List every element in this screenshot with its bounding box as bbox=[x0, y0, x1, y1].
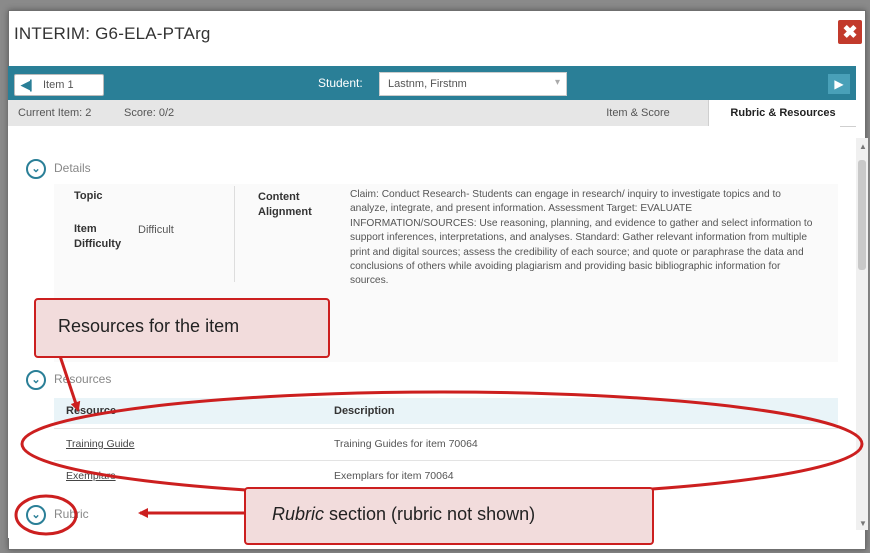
close-button[interactable]: ✖ bbox=[838, 20, 862, 44]
resource-column-header: Resource bbox=[66, 405, 117, 417]
column-divider bbox=[234, 186, 235, 282]
scroll-up-icon[interactable]: ▲ bbox=[859, 142, 867, 151]
resource-link[interactable]: Exemplars bbox=[66, 470, 116, 482]
rubric-callout: Rubric section (rubric not shown) bbox=[244, 487, 654, 545]
student-select-value: Lastnm, Firstnm bbox=[388, 78, 467, 90]
student-label: Student: bbox=[318, 76, 363, 90]
description-column-header: Description bbox=[334, 405, 395, 417]
resources-table: Resource Description Training Guide Trai… bbox=[54, 398, 838, 490]
resource-description: Training Guides for item 70064 bbox=[334, 438, 478, 450]
next-item-button[interactable]: ▶ bbox=[828, 74, 850, 94]
scroll-down-icon[interactable]: ▼ bbox=[859, 519, 867, 528]
resources-callout-text: Resources for the item bbox=[58, 316, 240, 336]
content-alignment-label: Content Alignment bbox=[258, 191, 312, 218]
status-bar: Current Item: 2 Score: 0/2 Item & Score … bbox=[8, 100, 857, 127]
previous-item-button[interactable]: ◀| Item 1 bbox=[14, 74, 104, 96]
content-scrollbar[interactable]: ▲ ▼ bbox=[856, 138, 868, 530]
item-button-label: Item 1 bbox=[43, 79, 74, 91]
rubric-callout-rest: section (rubric not shown) bbox=[324, 504, 536, 524]
item-toolbar: ◀| Item 1 Student: Lastnm, Firstnm ▾ ▶ bbox=[8, 66, 856, 100]
rubric-toggle-icon[interactable]: ⌄ bbox=[26, 505, 46, 525]
scroll-thumb[interactable] bbox=[858, 160, 866, 270]
details-heading: Details bbox=[54, 161, 91, 175]
item-difficulty-value: Difficult bbox=[138, 224, 174, 236]
content-alignment-text: Claim: Conduct Research- Students can en… bbox=[350, 189, 813, 287]
resources-table-header: Resource Description bbox=[54, 398, 838, 424]
tab-item-score[interactable]: Item & Score bbox=[578, 100, 698, 126]
resources-callout: Resources for the item bbox=[34, 298, 330, 358]
table-row: Training Guide Training Guides for item … bbox=[54, 428, 838, 459]
rubric-heading: Rubric bbox=[54, 507, 89, 521]
topic-label: Topic bbox=[74, 190, 103, 202]
resources-heading: Resources bbox=[54, 372, 112, 386]
rubric-callout-emphasis: Rubric bbox=[272, 504, 325, 524]
dropdown-icon: ▾ bbox=[554, 77, 560, 88]
arrow-left-icon: ◀| bbox=[21, 77, 33, 92]
resources-toggle-icon[interactable]: ⌄ bbox=[26, 370, 46, 390]
tab-rubric-resources[interactable]: Rubric & Resources bbox=[708, 100, 857, 126]
rubric-callout-text: Rubric section (rubric not shown) bbox=[272, 504, 535, 525]
details-toggle-icon[interactable]: ⌄ bbox=[26, 159, 46, 179]
score-text: Score: 0/2 bbox=[124, 107, 175, 119]
current-item-text: Current Item: 2 bbox=[18, 107, 92, 119]
resource-description: Exemplars for item 70064 bbox=[334, 470, 454, 482]
modal-title: INTERIM: G6-ELA-PTArg bbox=[14, 24, 211, 43]
resource-link[interactable]: Training Guide bbox=[66, 438, 134, 450]
student-select[interactable]: Lastnm, Firstnm ▾ bbox=[379, 72, 567, 96]
item-difficulty-label: Item Difficulty bbox=[74, 223, 122, 250]
